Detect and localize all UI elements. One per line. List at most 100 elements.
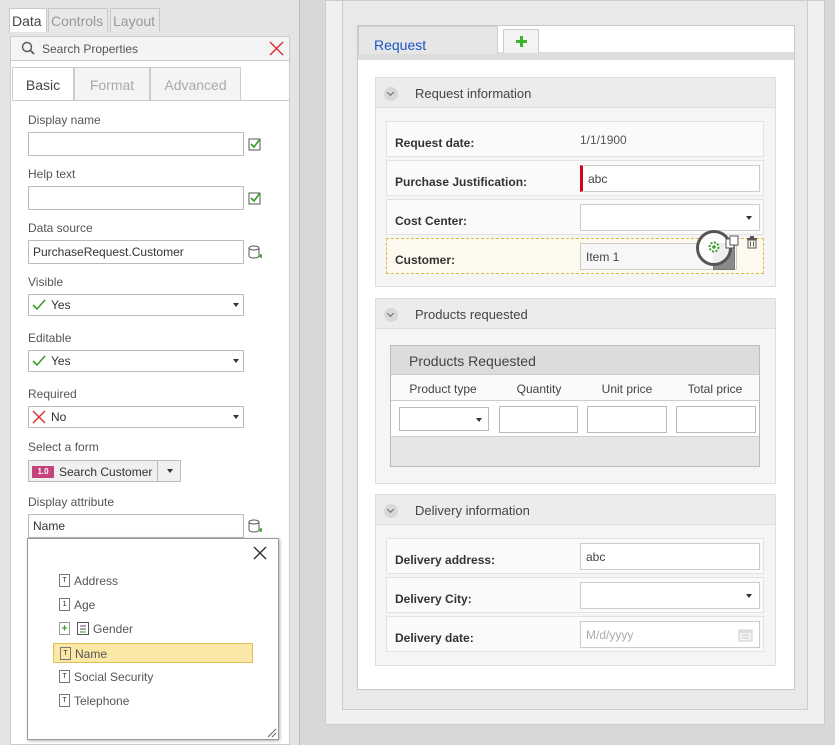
check-icon <box>32 355 46 367</box>
add-tab-button[interactable] <box>503 29 539 53</box>
quantity-input[interactable] <box>499 406 578 433</box>
collapse-chevron-icon[interactable] <box>384 308 398 322</box>
attribute-item-age[interactable]: 1 Age <box>53 595 253 615</box>
attribute-label: Social Security <box>74 670 154 684</box>
search-bar[interactable]: Search Properties <box>10 36 290 61</box>
display-attribute-input[interactable]: Name <box>28 514 244 538</box>
cost-center-select[interactable] <box>580 204 760 231</box>
attribute-item-social-security[interactable]: T Social Security <box>53 667 253 687</box>
version-badge: 1.0 <box>32 466 54 478</box>
checkbox-icon[interactable] <box>248 191 262 205</box>
visible-value: Yes <box>51 298 71 312</box>
required-select[interactable]: No <box>28 406 244 428</box>
grid-title: Products Requested <box>409 353 536 369</box>
justification-input[interactable]: abc <box>580 165 760 192</box>
section-header[interactable]: Delivery information <box>376 495 775 525</box>
tab-request-label: Request <box>374 37 427 53</box>
column-quantity: Quantity <box>516 382 562 396</box>
unit-price-input[interactable] <box>587 406 667 433</box>
tab-format-label: Format <box>89 77 135 93</box>
delivery-address-input[interactable]: abc <box>580 543 760 570</box>
chevron-down-icon <box>746 216 752 220</box>
calendar-icon[interactable] <box>738 628 753 642</box>
trash-icon[interactable] <box>745 235 759 249</box>
text-type-icon: T <box>59 670 70 683</box>
text-type-icon: T <box>60 647 71 660</box>
tab-advanced-label: Advanced <box>164 77 227 93</box>
resize-grip-icon[interactable] <box>267 728 277 738</box>
close-icon[interactable] <box>269 41 284 56</box>
row-delivery-address: Delivery address: abc <box>386 538 764 574</box>
attribute-item-name[interactable]: T Name <box>53 643 253 663</box>
help-text-label: Help text <box>28 167 76 181</box>
delivery-address-label: Delivery address: <box>395 553 496 567</box>
expand-icon[interactable]: + <box>59 622 70 635</box>
row-purchase-justification: Purchase Justification: abc <box>386 160 764 196</box>
section-title: Request information <box>415 86 532 101</box>
chevron-down-icon <box>233 303 239 307</box>
justification-label: Purchase Justification: <box>395 175 528 189</box>
database-icon[interactable] <box>248 519 262 533</box>
number-type-icon: 1 <box>59 598 70 611</box>
required-label: Required <box>28 387 77 401</box>
editable-value: Yes <box>51 354 71 368</box>
column-unit-price: Unit price <box>601 382 653 396</box>
database-icon[interactable] <box>248 245 262 259</box>
tab-controls[interactable]: Controls <box>48 8 108 32</box>
help-text-input[interactable] <box>28 186 244 210</box>
grid-columns: Product type Quantity Unit price Total p… <box>391 375 759 401</box>
gear-icon[interactable] <box>707 240 721 254</box>
check-icon <box>32 299 46 311</box>
tab-data[interactable]: Data <box>9 8 47 32</box>
checkbox-icon[interactable] <box>248 137 262 151</box>
attribute-item-gender[interactable]: + Gender <box>53 619 253 639</box>
search-input[interactable]: Search Properties <box>42 42 138 56</box>
section-products-requested: Products requested Products Requested Pr… <box>375 298 776 484</box>
customer-label: Customer: <box>395 253 456 267</box>
tab-basic-label: Basic <box>25 77 61 93</box>
total-price-input[interactable] <box>676 406 756 433</box>
editable-select[interactable]: Yes <box>28 350 244 372</box>
tab-format[interactable]: Format <box>74 67 150 100</box>
visible-label: Visible <box>28 275 64 289</box>
display-name-input[interactable] <box>28 132 244 156</box>
entity-icon <box>77 622 89 635</box>
select-form-dropdown[interactable]: 1.0 Search Customer <box>28 460 181 482</box>
data-source-label: Data source <box>28 221 93 235</box>
attribute-item-address[interactable]: T Address <box>53 571 253 591</box>
copy-icon[interactable] <box>725 235 739 249</box>
row-delivery-date: Delivery date: M/d/yyyy <box>386 616 764 652</box>
attribute-label: Name <box>75 647 108 661</box>
data-source-input[interactable]: PurchaseRequest.Customer <box>28 240 244 264</box>
tab-layout[interactable]: Layout <box>110 8 160 32</box>
delivery-city-select[interactable] <box>580 582 760 609</box>
grid-row <box>391 401 759 437</box>
section-title: Products requested <box>415 307 528 322</box>
attribute-item-telephone[interactable]: T Telephone <box>53 691 253 711</box>
section-header[interactable]: Request information <box>376 78 775 108</box>
text-type-icon: T <box>59 694 70 707</box>
x-icon <box>32 410 46 424</box>
attribute-label: Telephone <box>74 694 130 708</box>
plus-icon <box>516 36 527 47</box>
collapse-chevron-icon[interactable] <box>384 87 398 101</box>
tab-advanced[interactable]: Advanced <box>150 67 241 100</box>
visible-select[interactable]: Yes <box>28 294 244 316</box>
chevron-down-icon <box>476 418 482 422</box>
close-icon[interactable] <box>252 545 268 561</box>
tab-divider <box>12 100 289 101</box>
section-header[interactable]: Products requested <box>376 299 775 329</box>
display-attribute-label: Display attribute <box>28 495 115 509</box>
column-total-price: Total price <box>687 382 743 396</box>
product-type-select[interactable] <box>399 407 489 431</box>
display-name-label: Display name <box>28 113 101 127</box>
select-form-label: Select a form <box>28 440 99 454</box>
tab-request[interactable]: Request <box>358 26 498 54</box>
collapse-chevron-icon[interactable] <box>384 504 398 518</box>
tab-basic[interactable]: Basic <box>12 67 74 101</box>
attribute-label: Address <box>74 574 119 588</box>
request-date-value: 1/1/1900 <box>580 133 627 147</box>
tab-data-label: Data <box>12 13 42 29</box>
delivery-date-input[interactable]: M/d/yyyy <box>580 621 760 648</box>
attribute-label: Age <box>74 598 96 612</box>
